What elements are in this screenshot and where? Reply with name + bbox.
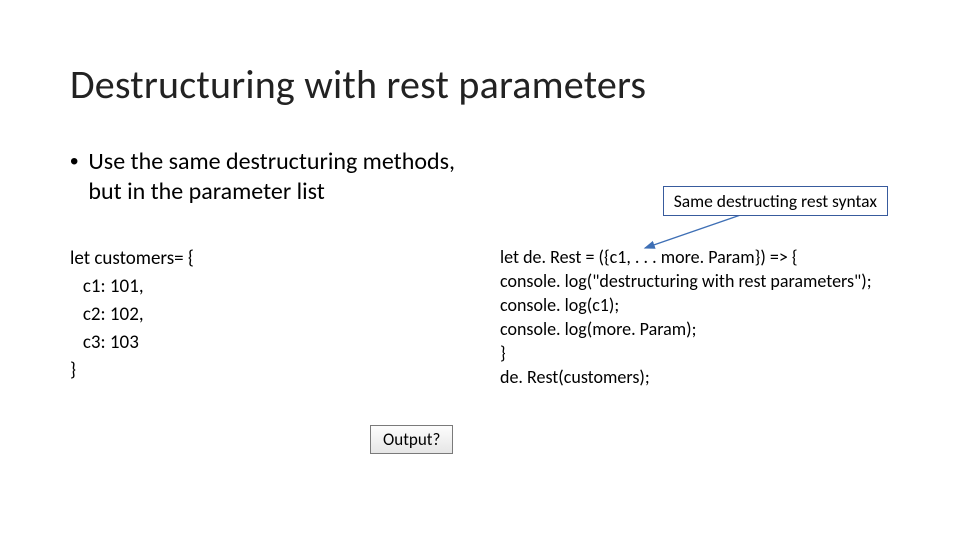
page-title: Destructuring with rest parameters bbox=[70, 60, 890, 109]
arrow-icon bbox=[635, 208, 765, 268]
output-label-box: Output? bbox=[370, 425, 453, 454]
slide: Destructuring with rest parameters • Use… bbox=[0, 0, 960, 540]
bullet-text: Use the same destructuring methods, but … bbox=[88, 147, 488, 207]
callout-box: Same destructing rest syntax bbox=[663, 186, 888, 216]
code-row: let customers= { c1: 101, c2: 102, c3: 1… bbox=[70, 245, 890, 389]
code-block-left: let customers= { c1: 101, c2: 102, c3: 1… bbox=[70, 245, 490, 389]
bullet-marker: • bbox=[70, 147, 78, 177]
